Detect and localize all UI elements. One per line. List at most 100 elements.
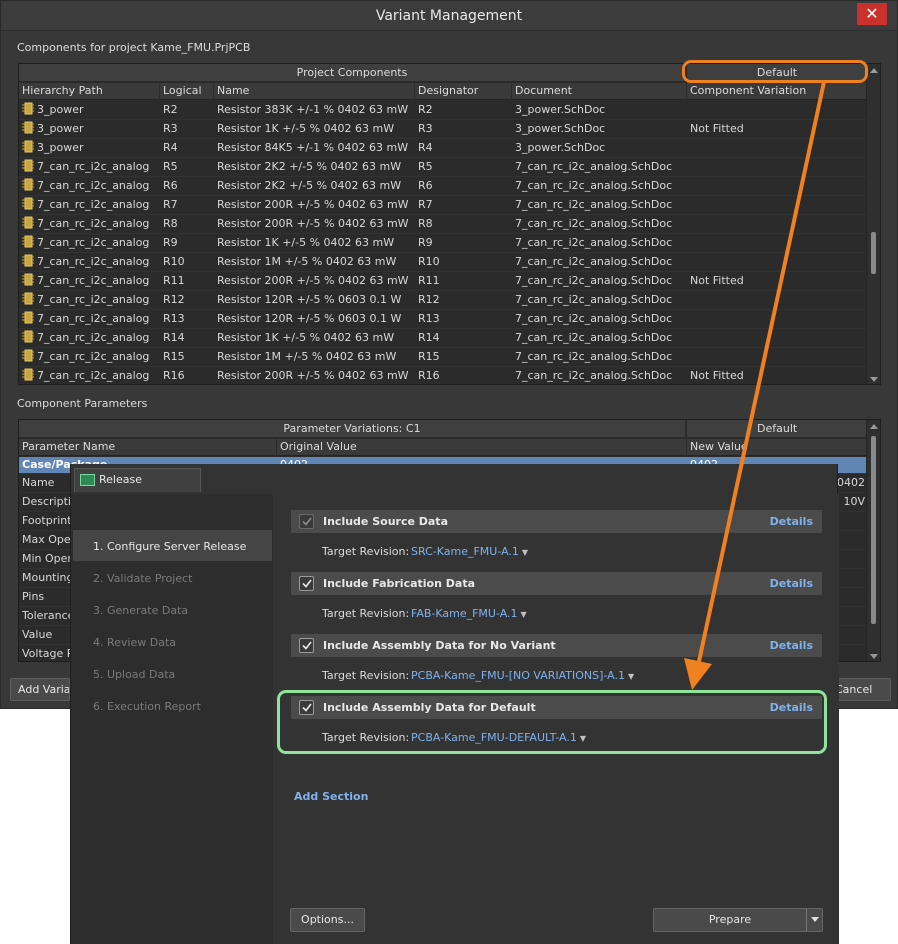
logical-cell: R8 <box>163 217 178 230</box>
designator-cell: R8 <box>418 217 433 230</box>
col-new-value[interactable]: New Value <box>687 439 868 456</box>
component-icon <box>22 349 34 362</box>
col-designator[interactable]: Designator <box>415 83 512 100</box>
hierarchy-path-text: 7_can_rc_i2c_analog <box>37 274 150 287</box>
step-configure-server-release[interactable]: 1. Configure Server Release <box>93 540 246 553</box>
add-variant-button[interactable]: Add Varian <box>10 678 70 701</box>
component-icon <box>22 102 34 115</box>
details-link[interactable]: Details <box>770 510 813 533</box>
component-icon <box>22 235 34 248</box>
section-checkbox[interactable] <box>299 576 314 591</box>
name-cell: Resistor 120R +/-5 % 0603 0.1 W <box>217 293 402 306</box>
table-row[interactable]: 7_can_rc_i2c_analog R7 Resistor 200R +/-5 … <box>19 196 868 215</box>
hierarchy-path-cell: 7_can_rc_i2c_analog <box>19 348 160 367</box>
close-icon[interactable]: ✕ <box>857 3 887 25</box>
target-revision-dropdown[interactable]: PCBA-Kame_FMU-[NO VARIATIONS]-A.1 ▼ <box>411 669 634 682</box>
table-row[interactable]: 7_can_rc_i2c_analog R6 Resistor 2K2 +/-5 %… <box>19 177 868 196</box>
prepare-button[interactable]: Prepare <box>653 908 823 932</box>
logical-cell: R6 <box>163 179 178 192</box>
components-section-label: Components for project Kame_FMU.PrjPCB <box>17 41 251 54</box>
scroll-up-icon[interactable] <box>870 424 878 429</box>
section-checkbox[interactable] <box>299 638 314 653</box>
col-original-value[interactable]: Original Value <box>277 439 687 456</box>
parameters-column-headers: Parameter Name Original Value New Value <box>19 439 868 456</box>
component-icon <box>22 368 34 381</box>
col-parameter-name[interactable]: Parameter Name <box>19 439 277 456</box>
add-section-link[interactable]: Add Section <box>294 790 368 803</box>
document-cell: 7_can_rc_i2c_analog.SchDoc <box>515 236 673 249</box>
hierarchy-path-text: 7_can_rc_i2c_analog <box>37 255 150 268</box>
hierarchy-path-cell: 7_can_rc_i2c_analog <box>19 310 160 329</box>
target-revision-dropdown[interactable]: SRC-Kame_FMU-A.1 ▼ <box>411 545 528 558</box>
document-cell: 7_can_rc_i2c_analog.SchDoc <box>515 293 673 306</box>
target-revision-value: FAB-Kame_FMU-A.1 <box>411 607 518 620</box>
hierarchy-path-cell: 7_can_rc_i2c_analog <box>19 253 160 272</box>
component-variation-cell <box>687 234 868 253</box>
scroll-up-icon[interactable] <box>870 68 878 73</box>
name-cell: Resistor 1K +/-5 % 0402 63 mW <box>217 122 395 135</box>
col-hierarchy-path[interactable]: Hierarchy Path <box>19 83 160 100</box>
document-cell: 7_can_rc_i2c_analog.SchDoc <box>515 274 673 287</box>
component-icon <box>22 254 34 267</box>
col-component-variation[interactable]: Component Variation <box>687 83 868 100</box>
table-row[interactable]: 3_power R3 Resistor 1K +/-5 % 0402 63 mW R3… <box>19 120 868 139</box>
col-name[interactable]: Name <box>214 83 415 100</box>
designator-cell: R5 <box>418 160 433 173</box>
scroll-thumb[interactable] <box>871 436 876 624</box>
designator-cell: R10 <box>418 255 440 268</box>
chevron-down-icon[interactable] <box>811 917 819 922</box>
scroll-down-icon[interactable] <box>870 654 878 659</box>
component-variation-cell <box>687 101 868 120</box>
name-cell: Resistor 1K +/-5 % 0402 63 mW <box>217 236 395 249</box>
document-cell: 3_power.SchDoc <box>515 103 606 116</box>
table-row[interactable]: 3_power R2 Resistor 383K +/-1 % 0402 63 mW… <box>19 101 868 120</box>
table-row[interactable]: 7_can_rc_i2c_analog R10 Resistor 1M +/-5 %… <box>19 253 868 272</box>
options-button[interactable]: Options... <box>290 908 365 932</box>
table-row[interactable]: 7_can_rc_i2c_analog R9 Resistor 1K +/-5 % … <box>19 234 868 253</box>
hierarchy-path-cell: 7_can_rc_i2c_analog <box>19 329 160 348</box>
hierarchy-path-cell: 3_power <box>19 120 160 139</box>
hierarchy-path-cell: 7_can_rc_i2c_analog <box>19 177 160 196</box>
component-icon <box>22 121 34 134</box>
table-row[interactable]: 7_can_rc_i2c_analog R11 Resistor 200R +/-5… <box>19 272 868 291</box>
component-icon <box>22 273 34 286</box>
logical-cell: R12 <box>163 293 185 306</box>
release-tab[interactable]: Release Kame_FMU <box>74 468 201 508</box>
designator-cell: R15 <box>418 350 440 363</box>
table-row[interactable]: 7_can_rc_i2c_analog R16 Resistor 200R +/-5… <box>19 367 868 384</box>
document-cell: 7_can_rc_i2c_analog.SchDoc <box>515 331 673 344</box>
table-row[interactable]: 7_can_rc_i2c_analog R8 Resistor 200R +/-5 … <box>19 215 868 234</box>
table-row[interactable]: 7_can_rc_i2c_analog R13 Resistor 120R +/-5… <box>19 310 868 329</box>
logical-cell: R3 <box>163 122 178 135</box>
document-cell: 7_can_rc_i2c_analog.SchDoc <box>515 160 673 173</box>
hierarchy-path-text: 7_can_rc_i2c_analog <box>37 331 150 344</box>
step-generate-data: 3. Generate Data <box>93 604 189 617</box>
component-variation-cell <box>687 177 868 196</box>
col-logical[interactable]: Logical <box>160 83 214 100</box>
designator-cell: R2 <box>418 103 433 116</box>
col-document[interactable]: Document <box>512 83 687 100</box>
scroll-thumb[interactable] <box>871 232 876 274</box>
table-row[interactable]: 7_can_rc_i2c_analog R14 Resistor 1K +/-5 %… <box>19 329 868 348</box>
logical-cell: R9 <box>163 236 178 249</box>
chevron-down-icon[interactable]: ▼ <box>521 610 527 619</box>
component-variation-cell <box>687 158 868 177</box>
table-row[interactable]: 3_power R4 Resistor 84K5 +/-1 % 0402 63 mW… <box>19 139 868 158</box>
designator-cell: R16 <box>418 369 440 382</box>
components-scrollbar[interactable] <box>866 64 880 384</box>
target-revision-dropdown[interactable]: FAB-Kame_FMU-A.1 ▼ <box>411 607 527 620</box>
checkmark-icon <box>302 641 312 650</box>
scroll-down-icon[interactable] <box>870 377 878 382</box>
table-row[interactable]: 7_can_rc_i2c_analog R5 Resistor 2K2 +/-5 %… <box>19 158 868 177</box>
designator-cell: R7 <box>418 198 433 211</box>
component-icon <box>22 216 34 229</box>
table-row[interactable]: 7_can_rc_i2c_analog R12 Resistor 120R +/-5… <box>19 291 868 310</box>
chevron-down-icon[interactable]: ▼ <box>628 672 634 681</box>
chevron-down-icon[interactable]: ▼ <box>522 548 528 557</box>
document-cell: 7_can_rc_i2c_analog.SchDoc <box>515 179 673 192</box>
details-link[interactable]: Details <box>770 572 813 595</box>
designator-cell: R11 <box>418 274 440 287</box>
details-link[interactable]: Details <box>770 634 813 657</box>
table-row[interactable]: 7_can_rc_i2c_analog R15 Resistor 1M +/-5 %… <box>19 348 868 367</box>
parameters-scrollbar[interactable] <box>866 420 880 661</box>
